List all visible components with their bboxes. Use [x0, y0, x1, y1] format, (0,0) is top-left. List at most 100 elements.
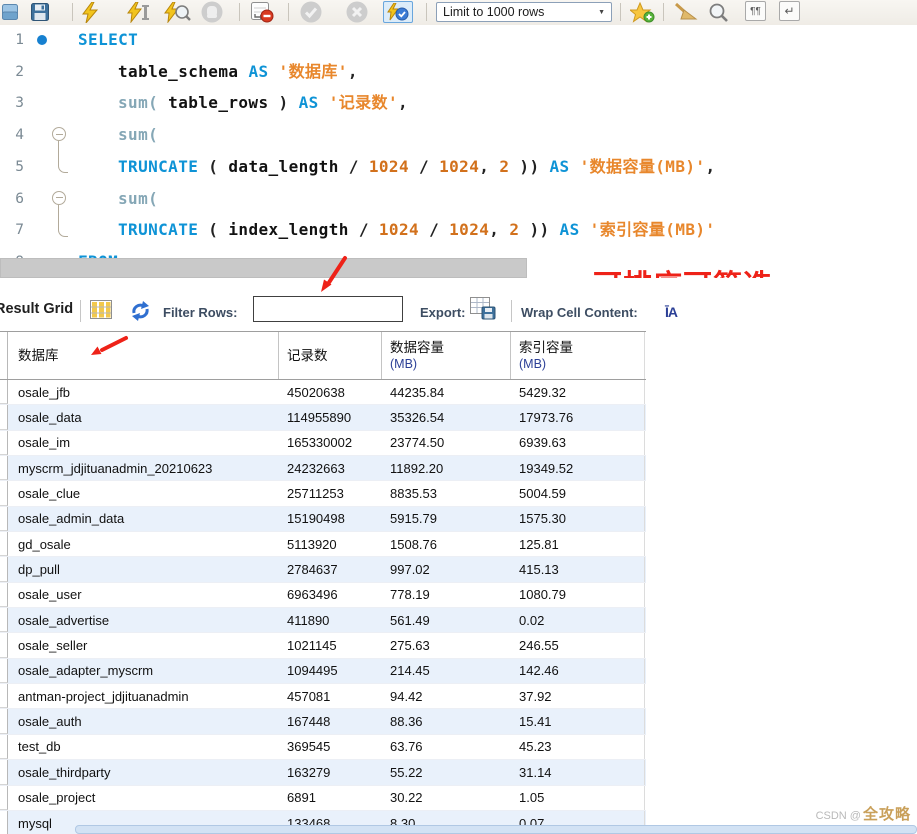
code-line[interactable]: 8FROM	[0, 251, 917, 258]
table-row[interactable]: gd_osale51139201508.76125.81	[0, 532, 646, 557]
cell-database-name[interactable]: osale_thirdparty	[8, 760, 279, 784]
cell-value[interactable]: 0.02	[511, 608, 645, 632]
table-row[interactable]: dp_pull2784637997.02415.13	[0, 557, 646, 582]
cell-value[interactable]: 165330002	[279, 431, 382, 455]
beautify-icon[interactable]	[673, 1, 699, 23]
grid-column-header[interactable]: 数据库	[8, 332, 279, 379]
grid-view-icon[interactable]	[90, 300, 113, 325]
execute-current-statement-icon[interactable]	[127, 1, 151, 23]
cell-value[interactable]: 31.14	[511, 760, 645, 784]
cell-database-name[interactable]: test_db	[8, 735, 279, 759]
table-row[interactable]: myscrm_jdjituanadmin_2021062324232663118…	[0, 456, 646, 481]
cell-value[interactable]: 415.13	[511, 557, 645, 581]
cell-value[interactable]: 369545	[279, 735, 382, 759]
cell-value[interactable]: 114955890	[279, 405, 382, 429]
cell-value[interactable]: 411890	[279, 608, 382, 632]
execute-icon[interactable]	[80, 1, 100, 23]
toggle-invisibles-icon[interactable]: ¶¶	[745, 1, 766, 21]
cell-database-name[interactable]: antman-project_jdjituanadmin	[8, 684, 279, 708]
new-script-icon[interactable]	[1, 1, 19, 23]
table-row[interactable]: osale_im16533000223774.506939.63	[0, 431, 646, 456]
cell-value[interactable]: 55.22	[382, 760, 511, 784]
code-line[interactable]: 2table_schema AS '数据库',	[0, 61, 917, 83]
table-row[interactable]: osale_jfb4502063844235.845429.32	[0, 380, 646, 405]
table-row[interactable]: osale_project689130.221.05	[0, 786, 646, 811]
code-line[interactable]: 3sum( table_rows ) AS '记录数',	[0, 92, 917, 114]
cell-value[interactable]: 37.92	[511, 684, 645, 708]
code-line[interactable]: 6sum(	[0, 188, 917, 210]
cell-value[interactable]: 44235.84	[382, 380, 511, 404]
cell-database-name[interactable]: gd_osale	[8, 532, 279, 556]
cell-database-name[interactable]: osale_seller	[8, 633, 279, 657]
fold-marker[interactable]	[52, 127, 66, 141]
cell-value[interactable]: 5429.32	[511, 380, 645, 404]
fold-marker[interactable]	[52, 191, 66, 205]
code-line[interactable]: 5TRUNCATE ( data_length / 1024 / 1024, 2…	[0, 156, 917, 178]
cell-value[interactable]: 63.76	[382, 735, 511, 759]
cell-database-name[interactable]: osale_auth	[8, 709, 279, 733]
table-row[interactable]: osale_thirdparty16327955.2231.14	[0, 760, 646, 785]
cell-database-name[interactable]: osale_advertise	[8, 608, 279, 632]
cell-value[interactable]: 24232663	[279, 456, 382, 480]
cell-value[interactable]: 8835.53	[382, 481, 511, 505]
refresh-icon[interactable]	[130, 301, 151, 326]
cell-value[interactable]: 246.55	[511, 633, 645, 657]
table-row[interactable]: osale_auth16744888.3615.41	[0, 709, 646, 734]
result-grid-horizontal-scrollbar[interactable]	[75, 825, 917, 834]
cell-value[interactable]: 1094495	[279, 659, 382, 683]
grid-column-header[interactable]: 记录数	[279, 332, 382, 379]
table-row[interactable]: osale_clue257112538835.535004.59	[0, 481, 646, 506]
cell-value[interactable]: 457081	[279, 684, 382, 708]
cell-database-name[interactable]: osale_clue	[8, 481, 279, 505]
table-row[interactable]: osale_adapter_myscrm1094495214.45142.46	[0, 659, 646, 684]
cell-value[interactable]: 1021145	[279, 633, 382, 657]
cell-value[interactable]: 275.63	[382, 633, 511, 657]
cell-value[interactable]: 214.45	[382, 659, 511, 683]
toggle-word-wrap-icon[interactable]: ↵	[779, 1, 800, 21]
cell-value[interactable]: 163279	[279, 760, 382, 784]
table-row[interactable]: antman-project_jdjituanadmin45708194.423…	[0, 684, 646, 709]
toggle-autocommit-icon[interactable]	[383, 1, 413, 23]
cell-value[interactable]: 25711253	[279, 481, 382, 505]
cell-value[interactable]: 30.22	[382, 786, 511, 810]
cell-value[interactable]: 997.02	[382, 557, 511, 581]
table-row[interactable]: osale_data11495589035326.5417973.76	[0, 405, 646, 430]
cell-database-name[interactable]: osale_user	[8, 583, 279, 607]
cell-value[interactable]: 15.41	[511, 709, 645, 733]
cell-database-name[interactable]: osale_project	[8, 786, 279, 810]
cell-value[interactable]: 35326.54	[382, 405, 511, 429]
cell-value[interactable]: 5113920	[279, 532, 382, 556]
grid-column-header[interactable]: 索引容量(MB)	[511, 332, 645, 379]
cell-value[interactable]: 1508.76	[382, 532, 511, 556]
cell-value[interactable]: 6963496	[279, 583, 382, 607]
cell-value[interactable]: 561.49	[382, 608, 511, 632]
export-icon[interactable]	[470, 297, 496, 325]
cell-value[interactable]: 11892.20	[382, 456, 511, 480]
cell-value[interactable]: 1575.30	[511, 507, 645, 531]
limit-rows-dropdown[interactable]: Limit to 1000 rows ▼	[436, 2, 612, 22]
cell-value[interactable]: 1.05	[511, 786, 645, 810]
wrap-cell-content-icon[interactable]: ĪA	[665, 304, 677, 320]
code-line[interactable]: 4sum(	[0, 124, 917, 146]
cell-database-name[interactable]: myscrm_jdjituanadmin_20210623	[8, 456, 279, 480]
fold-collapse-icon[interactable]	[52, 191, 66, 205]
cell-database-name[interactable]: dp_pull	[8, 557, 279, 581]
cell-value[interactable]: 5915.79	[382, 507, 511, 531]
save-icon[interactable]	[30, 1, 49, 23]
code-line[interactable]: 1SELECT	[0, 29, 917, 51]
cell-database-name[interactable]: osale_jfb	[8, 380, 279, 404]
cell-value[interactable]: 19349.52	[511, 456, 645, 480]
cell-value[interactable]: 167448	[279, 709, 382, 733]
code-line[interactable]: 7TRUNCATE ( index_length / 1024 / 1024, …	[0, 219, 917, 241]
explain-icon[interactable]	[163, 1, 191, 23]
cell-value[interactable]: 125.81	[511, 532, 645, 556]
sql-editor[interactable]: 1SELECT 2table_schema AS '数据库', 3sum( tabl…	[0, 25, 917, 258]
fold-collapse-icon[interactable]	[52, 127, 66, 141]
cell-value[interactable]: 45020638	[279, 380, 382, 404]
cell-value[interactable]: 6891	[279, 786, 382, 810]
cell-value[interactable]: 17973.76	[511, 405, 645, 429]
cell-value[interactable]: 23774.50	[382, 431, 511, 455]
cell-value[interactable]: 778.19	[382, 583, 511, 607]
save-snippet-icon[interactable]	[630, 1, 655, 23]
cell-value[interactable]: 94.42	[382, 684, 511, 708]
